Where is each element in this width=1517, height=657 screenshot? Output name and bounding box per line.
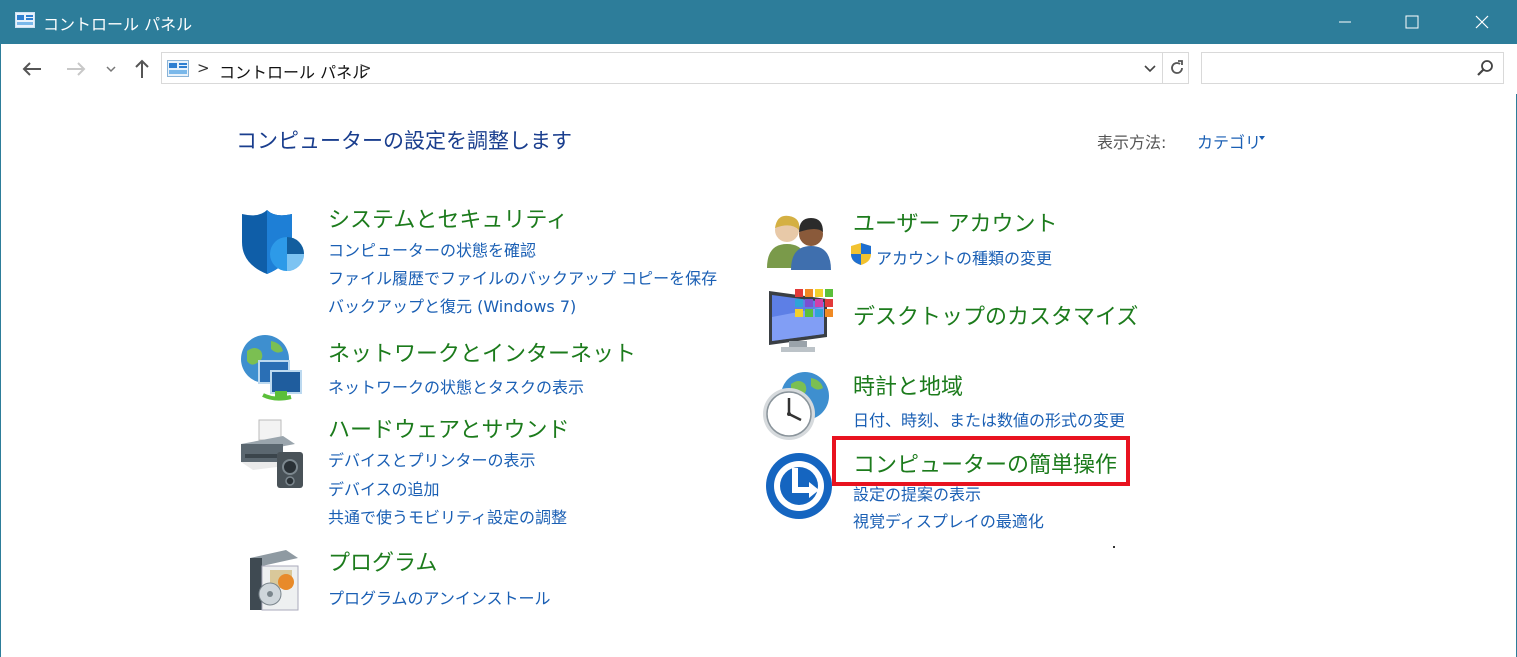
minimize-button[interactable]	[1311, 0, 1379, 44]
category-network-internet[interactable]: ネットワークとインターネット	[328, 336, 636, 368]
category-clock-region[interactable]: 時計と地域	[853, 369, 963, 401]
category-programs[interactable]: プログラム	[328, 545, 437, 577]
link-date-time-format[interactable]: 日付、時刻、または数値の形式の変更	[853, 407, 1125, 431]
control-panel-window: コントロール パネル > コントロール パネル > コンピューターの設定を調整し…	[0, 0, 1517, 657]
view-by-label: 表示方法:	[1097, 133, 1167, 152]
search-box[interactable]	[1201, 52, 1504, 84]
recent-locations-button[interactable]	[98, 54, 124, 84]
clock-globe-icon[interactable]	[761, 370, 833, 442]
programs-icon[interactable]	[246, 548, 302, 612]
chevron-down-icon[interactable]	[1142, 61, 1158, 77]
category-system-security[interactable]: システムとセキュリティ	[328, 202, 568, 234]
category-desktop-customization[interactable]: デスクトップのカスタマイズ	[853, 299, 1138, 331]
back-button[interactable]	[17, 54, 47, 84]
link-backup-restore[interactable]: バックアップと復元 (Windows 7)	[328, 293, 576, 317]
desktop-icon[interactable]	[767, 287, 835, 355]
back-arrow-icon	[22, 62, 41, 76]
link-optimize-visual-display[interactable]: 視覚ディスプレイの最適化	[853, 508, 1044, 532]
address-bar[interactable]: > コントロール パネル >	[161, 52, 1189, 84]
refresh-icon	[1170, 60, 1183, 74]
view-by-dropdown[interactable]: カテゴリ	[1197, 129, 1261, 153]
uac-shield-icon	[851, 243, 871, 265]
breadcrumb-control-panel[interactable]: コントロール パネル	[219, 59, 368, 83]
category-hardware-sound[interactable]: ハードウェアとサウンド	[328, 412, 570, 444]
close-icon	[1475, 15, 1489, 29]
refresh-button[interactable]	[1162, 53, 1190, 83]
link-file-history-backup[interactable]: ファイル履歴でファイルのバックアップ コピーを保存	[328, 265, 717, 289]
network-icon[interactable]	[237, 333, 305, 403]
navigation-bar: > コントロール パネル >	[1, 44, 1517, 94]
link-network-status-tasks[interactable]: ネットワークの状態とタスクの表示	[328, 374, 584, 398]
category-user-accounts[interactable]: ユーザー アカウント	[853, 206, 1058, 238]
title-bar[interactable]: コントロール パネル	[1, 0, 1517, 44]
minimize-icon	[1339, 21, 1351, 23]
breadcrumb-separator[interactable]: >	[359, 59, 372, 77]
link-mobility-settings[interactable]: 共通で使うモビリティ設定の調整	[328, 504, 567, 528]
forward-arrow-icon	[67, 62, 86, 76]
printer-icon[interactable]	[237, 418, 307, 490]
control-panel-icon	[15, 12, 35, 28]
page-heading: コンピューターの設定を調整します	[236, 129, 572, 153]
breadcrumb-separator[interactable]: >	[197, 59, 210, 77]
link-change-account-type[interactable]: アカウントの種類の変更	[876, 245, 1052, 269]
up-arrow-icon	[135, 59, 149, 78]
stray-dot	[1113, 546, 1115, 548]
forward-button[interactable]	[61, 54, 91, 84]
window-title: コントロール パネル	[43, 15, 193, 34]
link-devices-printers[interactable]: デバイスとプリンターの表示	[328, 447, 536, 471]
maximize-button[interactable]	[1378, 0, 1446, 44]
control-panel-icon	[167, 60, 189, 77]
close-button[interactable]	[1448, 0, 1516, 44]
ease-of-access-icon[interactable]	[765, 452, 833, 520]
up-button[interactable]	[127, 54, 157, 84]
link-add-device[interactable]: デバイスの追加	[328, 476, 440, 500]
shield-icon[interactable]	[239, 208, 309, 278]
link-check-computer-status[interactable]: コンピューターの状態を確認	[328, 237, 536, 261]
caret-down-icon[interactable]	[1257, 134, 1267, 142]
chevron-down-icon	[106, 66, 116, 73]
link-uninstall-program[interactable]: プログラムのアンインストール	[328, 585, 551, 609]
search-input[interactable]	[1206, 57, 1470, 81]
users-icon[interactable]	[765, 212, 835, 270]
search-icon[interactable]	[1476, 59, 1494, 77]
highlight-box	[832, 436, 1130, 486]
maximize-icon	[1405, 15, 1419, 29]
